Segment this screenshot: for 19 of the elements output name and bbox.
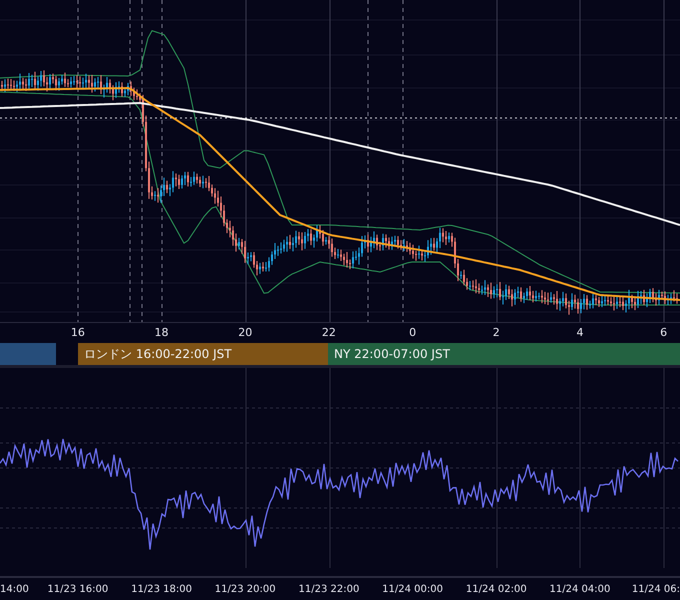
time-axis-label: 14:00 <box>0 584 30 594</box>
time-axis-label: 11/23 16:00 <box>46 584 110 594</box>
time-axis-label: 11/24 00:00 <box>381 584 444 594</box>
session-band: NY 22:00-07:00 JST <box>328 343 680 365</box>
time-axis-label: 11/24 04:00 <box>548 584 612 594</box>
hour-axis-label: 16 <box>70 326 86 338</box>
hour-axis-label: 6 <box>659 326 668 338</box>
hour-axis-label: 0 <box>408 326 418 338</box>
hour-axis-label: 22 <box>320 326 337 338</box>
hour-axis-label: 4 <box>575 326 584 338</box>
time-axis-label: 11/23 20:00 <box>214 584 277 594</box>
hour-axis-label: 18 <box>154 326 170 338</box>
time-axis-label: 11/24 02:00 <box>464 584 528 594</box>
session-band: ロンドン 16:00-22:00 JST <box>78 343 328 365</box>
time-axis-label: 11/24 06: <box>632 584 680 594</box>
time-axis-label: 11/23 22:00 <box>297 584 360 594</box>
hour-axis-label: 20 <box>237 326 254 338</box>
hour-axis-label: 2 <box>492 326 501 338</box>
time-axis-label: 11/23 18:00 <box>130 584 193 594</box>
